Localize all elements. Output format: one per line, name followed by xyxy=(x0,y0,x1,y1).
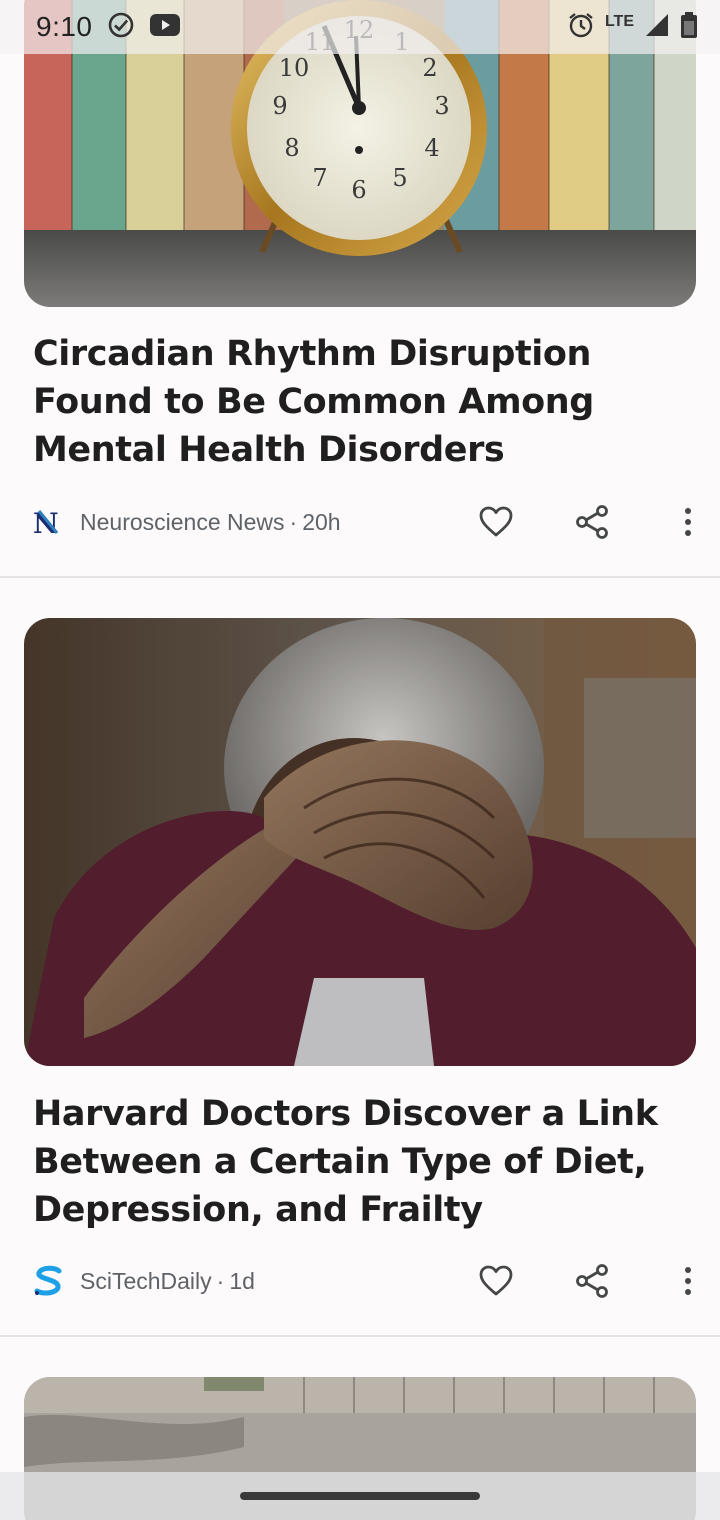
scitechdaily-logo xyxy=(33,1265,63,1296)
signal-icon xyxy=(644,12,670,43)
clock-numeral: 5 xyxy=(392,164,407,192)
share-icon[interactable] xyxy=(572,502,612,542)
article-actions xyxy=(476,502,696,542)
battery-icon xyxy=(680,11,698,44)
clock-numeral: 3 xyxy=(434,92,449,120)
status-time: 9:10 xyxy=(36,11,93,42)
article-title[interactable]: Circadian Rhythm Disruption Found to Be … xyxy=(33,330,693,474)
more-options-icon[interactable] xyxy=(668,502,708,542)
like-heart-icon[interactable] xyxy=(476,1261,516,1301)
article-meta: SciTechDaily · 1d xyxy=(33,1261,696,1301)
clock-numeral: 2 xyxy=(422,54,437,82)
source-name[interactable]: Neuroscience News xyxy=(80,509,285,536)
clock-numeral: 7 xyxy=(312,164,327,192)
news-feed-screen: 9:10 LTE 2 3 4 5 6 7 8 9 10 Circadian Rh… xyxy=(0,0,720,1520)
meta-separator: · xyxy=(289,508,298,535)
article-card-2[interactable]: Harvard Doctors Discover a Link Between … xyxy=(0,578,720,1336)
clock-numeral: 4 xyxy=(424,134,439,162)
article-actions xyxy=(476,1261,696,1301)
elderly-man-photo xyxy=(24,618,696,1066)
clock-numeral: 8 xyxy=(284,134,299,162)
more-options-icon[interactable] xyxy=(668,1261,708,1301)
article-card-1[interactable]: 12 1 2 3 4 5 6 7 8 9 10 11 xyxy=(0,0,720,578)
article-age: 1d xyxy=(229,1267,255,1294)
article-title[interactable]: Harvard Doctors Discover a Link Between … xyxy=(33,1090,693,1234)
clock-numeral: 9 xyxy=(272,92,287,120)
article-age: 20h xyxy=(302,508,341,535)
neuroscience-news-logo: N xyxy=(33,507,63,537)
clock-numeral: 10 xyxy=(279,54,310,82)
article-meta: N Neuroscience News · 20h xyxy=(33,502,696,542)
network-type: LTE xyxy=(604,13,634,30)
source-name[interactable]: SciTechDaily xyxy=(80,1268,212,1295)
home-gesture-handle[interactable] xyxy=(240,1492,480,1500)
share-icon[interactable] xyxy=(572,1261,612,1301)
status-bar: 9:10 LTE xyxy=(0,0,720,54)
check-circle-icon xyxy=(107,11,135,44)
article-image-elderly-man[interactable] xyxy=(24,618,696,1066)
clock-numeral: 6 xyxy=(351,176,366,204)
like-heart-icon[interactable] xyxy=(476,502,516,542)
alarm-icon xyxy=(567,11,595,44)
meta-separator: · xyxy=(216,1267,225,1294)
youtube-icon xyxy=(149,13,181,42)
